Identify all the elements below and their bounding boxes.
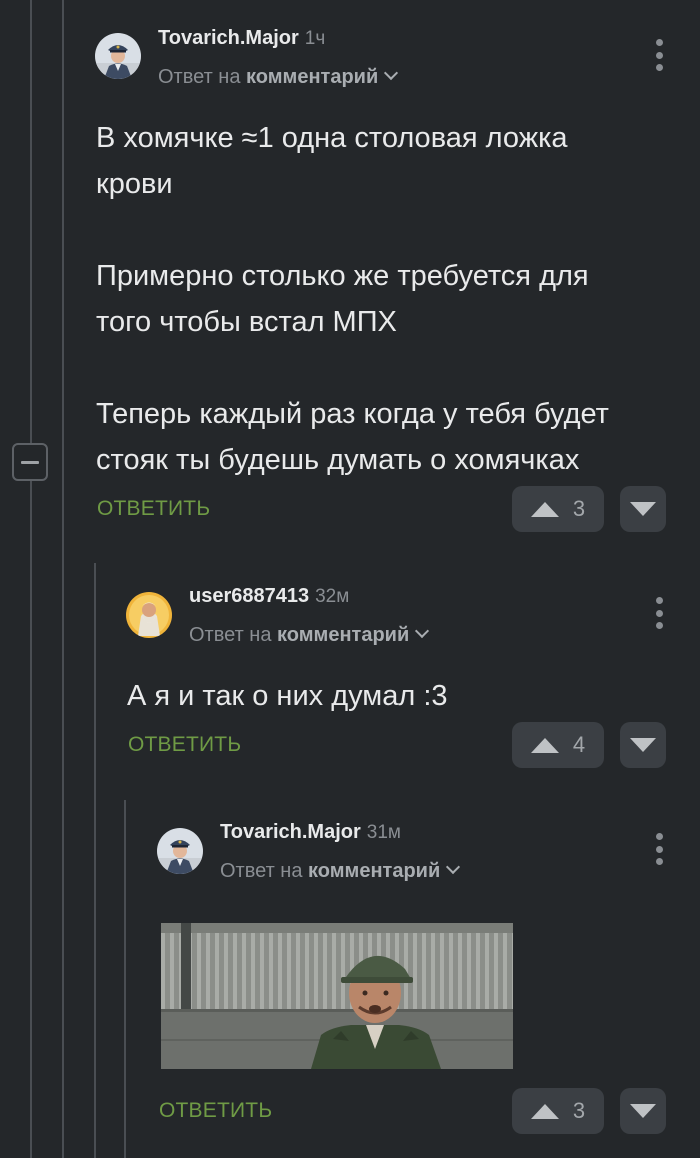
comment-body: А я и так о них думал :3 bbox=[127, 673, 448, 719]
reply-target[interactable]: комментарий bbox=[277, 624, 409, 646]
more-options-icon[interactable] bbox=[653, 833, 665, 865]
avatar-image bbox=[95, 33, 141, 79]
minus-icon bbox=[21, 460, 39, 464]
timestamp: 32м bbox=[315, 586, 350, 607]
username[interactable]: Tovarich.Major 31м bbox=[220, 821, 401, 844]
avatar[interactable] bbox=[95, 33, 141, 79]
username[interactable]: user6887413 32м bbox=[189, 585, 349, 608]
reply-target[interactable]: комментарий bbox=[308, 860, 440, 882]
username-text[interactable]: user6887413 bbox=[189, 585, 309, 607]
reply-to-link[interactable]: Ответ на комментарий bbox=[189, 623, 430, 647]
gif-frame bbox=[161, 923, 513, 1069]
downvote-button[interactable] bbox=[620, 1088, 666, 1134]
timestamp: 31м bbox=[366, 822, 401, 843]
reply-prefix: Ответ на bbox=[189, 624, 272, 646]
arrow-up-icon bbox=[530, 501, 559, 517]
downvote-button[interactable] bbox=[620, 486, 666, 532]
gif-image[interactable] bbox=[161, 923, 513, 1069]
chevron-down-icon[interactable] bbox=[446, 859, 461, 875]
comment-paragraph: Примерно столько же требуется для того чт… bbox=[96, 260, 589, 338]
comment-paragraph: А я и так о них думал :3 bbox=[127, 680, 448, 712]
reply-to-link[interactable]: Ответ на комментарий bbox=[220, 859, 461, 883]
arrow-down-icon bbox=[630, 502, 656, 516]
chevron-down-icon[interactable] bbox=[384, 65, 399, 81]
collapse-thread-button[interactable] bbox=[12, 443, 48, 481]
arrow-up-icon bbox=[530, 737, 559, 753]
reply-prefix: Ответ на bbox=[220, 860, 303, 882]
arrow-up-icon bbox=[530, 1103, 559, 1119]
reply-button[interactable]: ОТВЕТИТЬ bbox=[128, 733, 241, 757]
avatar-image bbox=[126, 592, 172, 638]
vote-count: 3 bbox=[572, 1098, 586, 1123]
username[interactable]: Tovarich.Major 1ч bbox=[158, 27, 325, 50]
upvote-button[interactable]: 3 bbox=[512, 486, 604, 532]
timestamp: 1ч bbox=[304, 28, 326, 49]
thread-line-level-1 bbox=[30, 0, 32, 1158]
more-options-icon[interactable] bbox=[653, 597, 665, 629]
comment-paragraph: Теперь каждый раз когда у тебя будет стоя… bbox=[96, 398, 609, 476]
upvote-button[interactable]: 3 bbox=[512, 1088, 604, 1134]
upvote-button[interactable]: 4 bbox=[512, 722, 604, 768]
comment-paragraph: В хомячке ≈1 одна столовая ложка крови bbox=[96, 122, 568, 200]
avatar[interactable] bbox=[157, 828, 203, 874]
thread-line-level-2 bbox=[62, 0, 64, 1158]
reply-button[interactable]: ОТВЕТИТЬ bbox=[97, 497, 210, 521]
vote-count: 3 bbox=[572, 496, 586, 521]
more-options-icon[interactable] bbox=[653, 39, 665, 71]
reply-button[interactable]: ОТВЕТИТЬ bbox=[159, 1099, 272, 1123]
thread-line-level-4 bbox=[124, 800, 126, 1158]
avatar-image bbox=[157, 828, 203, 874]
vote-count: 4 bbox=[572, 732, 586, 757]
thread-line-level-3 bbox=[94, 563, 96, 1158]
arrow-down-icon bbox=[630, 738, 656, 752]
reply-prefix: Ответ на bbox=[158, 66, 241, 88]
chevron-down-icon[interactable] bbox=[415, 623, 430, 639]
username-text[interactable]: Tovarich.Major bbox=[158, 27, 299, 49]
downvote-button[interactable] bbox=[620, 722, 666, 768]
avatar[interactable] bbox=[126, 592, 172, 638]
arrow-down-icon bbox=[630, 1104, 656, 1118]
reply-target[interactable]: комментарий bbox=[246, 66, 378, 88]
comment-body: В хомячке ≈1 одна столовая ложка крови Пр… bbox=[96, 115, 609, 483]
username-text[interactable]: Tovarich.Major bbox=[220, 821, 361, 843]
reply-to-link[interactable]: Ответ на комментарий bbox=[158, 65, 399, 89]
